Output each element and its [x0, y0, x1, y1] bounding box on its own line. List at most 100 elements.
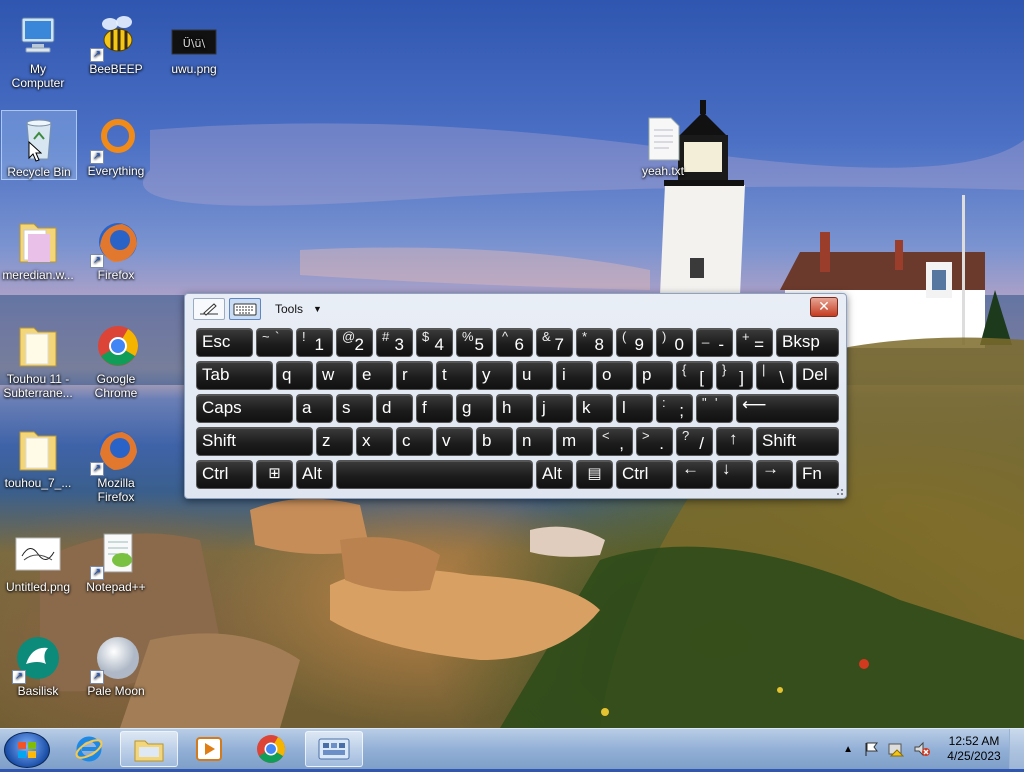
desktop-icon-yeah-txt[interactable]: yeah.txt: [625, 110, 701, 198]
key-j[interactable]: j: [536, 394, 573, 423]
key-enter[interactable]: ⟵: [736, 394, 839, 423]
desktop-icon-meredian[interactable]: meredian.w...: [0, 214, 76, 302]
key-l[interactable]: l: [616, 394, 653, 423]
key-period[interactable]: >.: [636, 427, 673, 456]
desktop-icon-uwu-png[interactable]: Ü\ü\ uwu.png: [156, 8, 232, 96]
desktop-icon-untitled-png[interactable]: Untitled.png: [0, 526, 76, 614]
key-m[interactable]: m: [556, 427, 593, 456]
key-q[interactable]: q: [276, 361, 313, 390]
network-warning-icon[interactable]: [887, 741, 905, 757]
key-v[interactable]: v: [436, 427, 473, 456]
key-left-bracket[interactable]: {[: [676, 361, 713, 390]
desktop-icon-touhou-11[interactable]: Touhou 11 - Subterrane...: [0, 318, 76, 406]
key-g[interactable]: g: [456, 394, 493, 423]
key-c[interactable]: c: [396, 427, 433, 456]
key-h[interactable]: h: [496, 394, 533, 423]
key-4[interactable]: $4: [416, 328, 453, 357]
key-space[interactable]: [336, 460, 533, 489]
key-comma[interactable]: <,: [596, 427, 633, 456]
key-9[interactable]: (9: [616, 328, 653, 357]
key-ctrl-left[interactable]: Ctrl: [196, 460, 253, 489]
handwriting-mode-button[interactable]: [193, 298, 225, 320]
close-button[interactable]: ✕: [810, 297, 838, 317]
key-alt-right[interactable]: Alt: [536, 460, 573, 489]
key-windows[interactable]: ⊞: [256, 460, 293, 489]
key-f[interactable]: f: [416, 394, 453, 423]
key-y[interactable]: y: [476, 361, 513, 390]
clock[interactable]: 12:52 AM 4/25/2023: [939, 734, 1009, 764]
key-2[interactable]: @2: [336, 328, 373, 357]
key-caps-lock[interactable]: Caps: [196, 394, 293, 423]
resize-grip-icon[interactable]: [834, 486, 844, 496]
key-w[interactable]: w: [316, 361, 353, 390]
key-x[interactable]: x: [356, 427, 393, 456]
key-e[interactable]: e: [356, 361, 393, 390]
key-n[interactable]: n: [516, 427, 553, 456]
key-o[interactable]: o: [596, 361, 633, 390]
keyboard-mode-button[interactable]: [229, 298, 261, 320]
key-arrow-left[interactable]: ←: [676, 460, 713, 489]
desktop-icon-touhou-7[interactable]: touhou_7_...: [0, 422, 76, 510]
key-u[interactable]: u: [516, 361, 553, 390]
key-alt-left[interactable]: Alt: [296, 460, 333, 489]
key-semicolon[interactable]: :;: [656, 394, 693, 423]
key-minus[interactable]: _ -: [696, 328, 733, 357]
key-8[interactable]: * 8: [576, 328, 613, 357]
taskbar-media-player[interactable]: [180, 731, 238, 767]
key-delete[interactable]: Del: [796, 361, 839, 390]
taskbar-google-chrome[interactable]: [242, 731, 300, 767]
key-6[interactable]: ^ 6: [496, 328, 533, 357]
show-desktop-button[interactable]: [1009, 729, 1024, 769]
key-shift-left[interactable]: Shift: [196, 427, 313, 456]
key-s[interactable]: s: [336, 394, 373, 423]
key-d[interactable]: d: [376, 394, 413, 423]
key-a[interactable]: a: [296, 394, 333, 423]
key-z[interactable]: z: [316, 427, 353, 456]
taskbar-on-screen-keyboard[interactable]: [305, 731, 363, 767]
desktop-icon-my-computer[interactable]: My Computer: [0, 8, 76, 96]
desktop-icon-pale-moon[interactable]: ↗ Pale Moon: [78, 630, 154, 718]
key-r[interactable]: r: [396, 361, 433, 390]
desktop-icon-notepadpp[interactable]: ↗ Notepad++: [78, 526, 154, 614]
key-0[interactable]: ) 0: [656, 328, 693, 357]
key-b[interactable]: b: [476, 427, 513, 456]
key-esc[interactable]: Esc: [196, 328, 253, 357]
action-center-flag-icon[interactable]: [863, 741, 879, 757]
volume-muted-icon[interactable]: [913, 741, 931, 757]
key-arrow-up[interactable]: ↑: [716, 427, 753, 456]
key-backslash[interactable]: | \: [756, 361, 793, 390]
show-hidden-icons-icon[interactable]: ▲: [843, 744, 853, 755]
key-slash[interactable]: ? /: [676, 427, 713, 456]
key-shift-right[interactable]: Shift: [756, 427, 839, 456]
key-i[interactable]: i: [556, 361, 593, 390]
key-menu[interactable]: ▤: [576, 460, 613, 489]
desktop-icon-basilisk[interactable]: ↗ Basilisk: [0, 630, 76, 718]
desktop-icon-google-chrome[interactable]: Google Chrome: [78, 318, 154, 406]
key-tab[interactable]: Tab: [196, 361, 273, 390]
key-1[interactable]: ! 1: [296, 328, 333, 357]
key-fn[interactable]: Fn: [796, 460, 839, 489]
key-p[interactable]: p: [636, 361, 673, 390]
key-k[interactable]: k: [576, 394, 613, 423]
key-backtick[interactable]: ~ `: [256, 328, 293, 357]
key-backspace[interactable]: Bksp: [776, 328, 839, 357]
key-3[interactable]: #3: [376, 328, 413, 357]
tools-menu[interactable]: Tools ▼: [275, 302, 322, 316]
key-arrow-down[interactable]: ↓: [716, 460, 753, 489]
key-arrow-right[interactable]: →: [756, 460, 793, 489]
key-7[interactable]: & 7: [536, 328, 573, 357]
key-quote[interactable]: " ': [696, 394, 733, 423]
start-button[interactable]: [4, 732, 50, 768]
taskbar-internet-explorer[interactable]: [60, 731, 118, 767]
desktop-icon-firefox[interactable]: ↗ Firefox: [78, 214, 154, 302]
key-right-bracket[interactable]: }]: [716, 361, 753, 390]
desktop-icon-everything[interactable]: ↗ Everything: [78, 110, 154, 198]
key-ctrl-right[interactable]: Ctrl: [616, 460, 673, 489]
on-screen-keyboard-window[interactable]: Tools ▼ ✕ Esc ~ ` ! 1 @2 #3 $4 % 5 ^ 6 & 7 * 8…: [184, 293, 847, 499]
desktop-icon-beebeep[interactable]: ↗ BeeBEEP: [78, 8, 154, 96]
key-5[interactable]: % 5: [456, 328, 493, 357]
desktop-icon-mozilla-firefox[interactable]: ↗ Mozilla Firefox: [78, 422, 154, 510]
key-t[interactable]: t: [436, 361, 473, 390]
taskbar-file-explorer[interactable]: [120, 731, 178, 767]
key-equals[interactable]: + =: [736, 328, 773, 357]
